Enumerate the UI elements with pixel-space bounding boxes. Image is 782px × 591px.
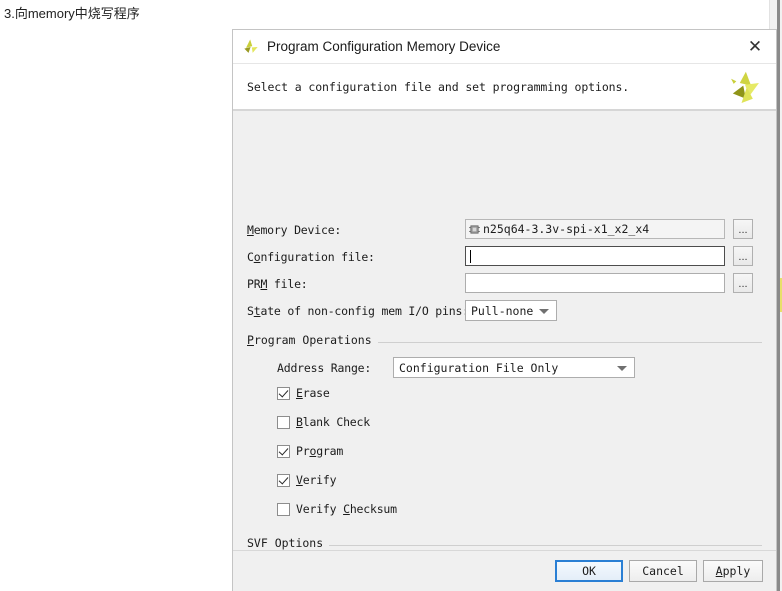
dialog-footer: OK Cancel Apply xyxy=(233,550,776,591)
dialog-header-description: Select a configuration file and set prog… xyxy=(247,80,724,94)
prm-file-row: PRM file: ... xyxy=(233,273,776,295)
non-config-pins-select[interactable]: Pull-none xyxy=(465,300,557,321)
verify-checkbox[interactable] xyxy=(277,474,290,487)
blank-check-label: Blank Check xyxy=(296,415,370,429)
vivado-pinwheel-logo-icon xyxy=(724,70,766,110)
apply-button[interactable]: Apply xyxy=(703,560,763,582)
blank-check-checkbox-row[interactable]: Blank Check xyxy=(277,415,370,429)
program-operations-group-label: Program Operations xyxy=(247,333,372,347)
prm-file-input[interactable] xyxy=(465,273,725,293)
program-checkbox[interactable] xyxy=(277,445,290,458)
blank-check-checkbox[interactable] xyxy=(277,416,290,429)
erase-checkbox-row[interactable]: Erase xyxy=(277,386,330,400)
prm-file-browse-button[interactable]: ... xyxy=(733,273,753,293)
erase-checkbox[interactable] xyxy=(277,387,290,400)
address-range-value: Configuration File Only xyxy=(399,361,558,375)
verify-checkbox-row[interactable]: Verify xyxy=(277,473,336,487)
program-checkbox-row[interactable]: Program xyxy=(277,444,343,458)
vivado-logo-icon xyxy=(241,37,261,57)
svf-options-group-header: SVF Options xyxy=(247,536,762,550)
program-label: Program xyxy=(296,444,343,458)
verify-checksum-label: Verify Checksum xyxy=(296,502,397,516)
svf-options-group-label: SVF Options xyxy=(247,536,323,550)
address-range-label: Address Range: xyxy=(277,361,371,375)
non-config-pins-row: State of non-config mem I/O pins: Pull-n… xyxy=(233,300,776,322)
program-operations-group-header: Program Operations xyxy=(247,333,762,347)
non-config-pins-value: Pull-none xyxy=(471,304,533,318)
program-configuration-memory-device-dialog: Program Configuration Memory Device ✕ Se… xyxy=(232,29,777,591)
memory-device-row: Memory Device: n25q64-3.3v-spi-x1_x2_x4 … xyxy=(233,219,776,241)
prm-file-label: PRM file: xyxy=(247,277,308,291)
configuration-file-label: Configuration file: xyxy=(247,250,375,264)
dialog-title: Program Configuration Memory Device xyxy=(267,39,740,54)
memory-device-browse-button[interactable]: ... xyxy=(733,219,753,239)
configuration-file-input[interactable] xyxy=(465,246,725,266)
memory-device-label: Memory Device: xyxy=(247,223,341,237)
address-range-row: Address Range: Configuration File Only xyxy=(233,357,776,379)
chevron-down-icon xyxy=(539,309,549,314)
verify-checksum-checkbox[interactable] xyxy=(277,503,290,516)
chevron-down-icon xyxy=(617,366,627,371)
verify-label: Verify xyxy=(296,473,336,487)
memory-device-value: n25q64-3.3v-spi-x1_x2_x4 xyxy=(483,222,649,236)
cancel-button[interactable]: Cancel xyxy=(629,560,697,582)
close-icon[interactable]: ✕ xyxy=(740,33,770,61)
erase-label: Erase xyxy=(296,386,330,400)
memory-chip-icon xyxy=(469,224,480,235)
configuration-file-browse-button[interactable]: ... xyxy=(733,246,753,266)
non-config-pins-label: State of non-config mem I/O pins: xyxy=(247,304,469,318)
dialog-titlebar: Program Configuration Memory Device ✕ xyxy=(233,30,776,64)
page-note-text: 3.向memory中烧写程序 xyxy=(4,3,140,22)
dialog-header-band: Select a configuration file and set prog… xyxy=(233,64,776,111)
ok-button[interactable]: OK xyxy=(555,560,623,582)
group-divider-line xyxy=(378,342,762,343)
configuration-file-row: Configuration file: ... xyxy=(233,246,776,268)
text-caret xyxy=(470,250,471,263)
memory-device-field[interactable]: n25q64-3.3v-spi-x1_x2_x4 xyxy=(465,219,725,239)
address-range-select[interactable]: Configuration File Only xyxy=(393,357,635,378)
group-divider-line xyxy=(329,545,762,546)
verify-checksum-checkbox-row[interactable]: Verify Checksum xyxy=(277,502,397,516)
dialog-body: Memory Device: n25q64-3.3v-spi-x1_x2_x4 … xyxy=(233,111,776,591)
